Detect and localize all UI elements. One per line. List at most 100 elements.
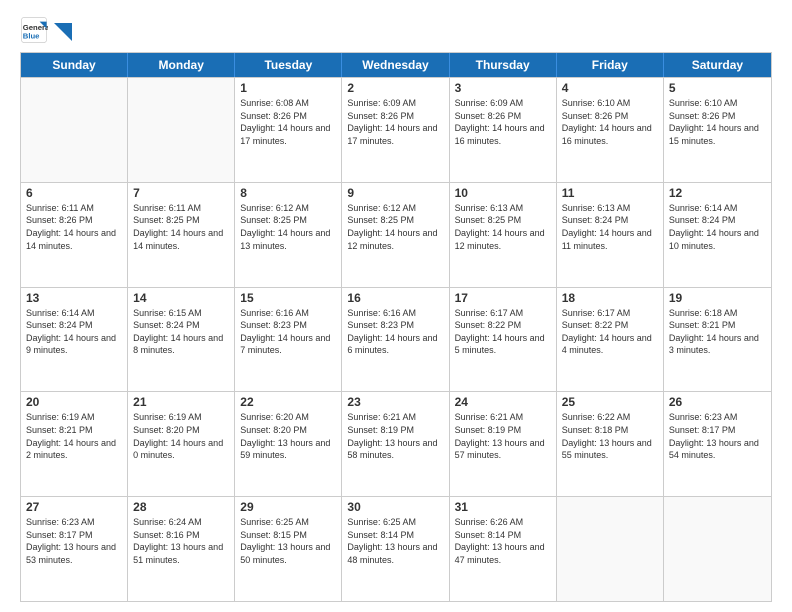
day-number: 16	[347, 291, 443, 305]
calendar-day-10: 10Sunrise: 6:13 AM Sunset: 8:25 PM Dayli…	[450, 183, 557, 287]
calendar-day-18: 18 Sunrise: 6:17 AM Sunset: 8:22 PM Dayli…	[557, 288, 664, 392]
calendar-day-empty	[21, 78, 128, 182]
calendar-header: SundayMondayTuesdayWednesdayThursdayFrid…	[21, 53, 771, 77]
day-number: 7	[133, 186, 229, 200]
day-number: 26	[669, 395, 766, 409]
calendar-day-16: 16Sunrise: 6:16 AM Sunset: 8:23 PM Dayli…	[342, 288, 449, 392]
header: General Blue	[20, 16, 772, 44]
day-info: Sunrise: 6:12 AM Sunset: 8:25 PM Dayligh…	[240, 202, 336, 252]
day-number: 2	[347, 81, 443, 95]
day-number: 18	[562, 291, 658, 305]
day-number: 6	[26, 186, 122, 200]
logo: General Blue	[20, 16, 72, 44]
calendar-day-28: 28 Sunrise: 6:24 AM Sunset: 8:16 PM Dayli…	[128, 497, 235, 601]
logo-triangle	[54, 23, 72, 41]
day-number: 3	[455, 81, 551, 95]
day-number: 27	[26, 500, 122, 514]
calendar-week-3: 13 Sunrise: 6:14 AM Sunset: 8:24 PM Dayli…	[21, 287, 771, 392]
day-info: Sunrise: 6:25 AM Sunset: 8:14 PM Dayligh…	[347, 516, 443, 566]
day-info: Sunrise: 6:25 AM Sunset: 8:15 PM Dayligh…	[240, 516, 336, 566]
day-info: Sunrise: 6:14 AM Sunset: 8:24 PM Dayligh…	[26, 307, 122, 357]
calendar-day-24: 24Sunrise: 6:21 AM Sunset: 8:19 PM Dayli…	[450, 392, 557, 496]
day-number: 9	[347, 186, 443, 200]
day-info: Sunrise: 6:17 AM Sunset: 8:22 PM Dayligh…	[455, 307, 551, 357]
day-number: 25	[562, 395, 658, 409]
day-number: 22	[240, 395, 336, 409]
calendar: SundayMondayTuesdayWednesdayThursdayFrid…	[20, 52, 772, 602]
day-number: 11	[562, 186, 658, 200]
calendar-day-29: 29 Sunrise: 6:25 AM Sunset: 8:15 PM Dayli…	[235, 497, 342, 601]
calendar-day-empty	[664, 497, 771, 601]
calendar-week-4: 20Sunrise: 6:19 AM Sunset: 8:21 PM Dayli…	[21, 391, 771, 496]
header-day-thursday: Thursday	[450, 53, 557, 77]
calendar-week-1: 1Sunrise: 6:08 AM Sunset: 8:26 PM Daylig…	[21, 77, 771, 182]
calendar-day-6: 6 Sunrise: 6:11 AM Sunset: 8:26 PM Daylig…	[21, 183, 128, 287]
calendar-day-13: 13 Sunrise: 6:14 AM Sunset: 8:24 PM Dayli…	[21, 288, 128, 392]
day-info: Sunrise: 6:22 AM Sunset: 8:18 PM Dayligh…	[562, 411, 658, 461]
day-number: 21	[133, 395, 229, 409]
day-info: Sunrise: 6:09 AM Sunset: 8:26 PM Dayligh…	[347, 97, 443, 147]
header-day-monday: Monday	[128, 53, 235, 77]
calendar-day-21: 21 Sunrise: 6:19 AM Sunset: 8:20 PM Dayli…	[128, 392, 235, 496]
calendar-week-2: 6 Sunrise: 6:11 AM Sunset: 8:26 PM Daylig…	[21, 182, 771, 287]
day-info: Sunrise: 6:11 AM Sunset: 8:26 PM Dayligh…	[26, 202, 122, 252]
calendar-day-8: 8 Sunrise: 6:12 AM Sunset: 8:25 PM Daylig…	[235, 183, 342, 287]
calendar-day-3: 3 Sunrise: 6:09 AM Sunset: 8:26 PM Daylig…	[450, 78, 557, 182]
day-info: Sunrise: 6:24 AM Sunset: 8:16 PM Dayligh…	[133, 516, 229, 566]
calendar-day-19: 19 Sunrise: 6:18 AM Sunset: 8:21 PM Dayli…	[664, 288, 771, 392]
day-number: 31	[455, 500, 551, 514]
calendar-day-4: 4 Sunrise: 6:10 AM Sunset: 8:26 PM Daylig…	[557, 78, 664, 182]
day-number: 4	[562, 81, 658, 95]
calendar-day-empty	[557, 497, 664, 601]
calendar-day-empty	[128, 78, 235, 182]
calendar-day-22: 22 Sunrise: 6:20 AM Sunset: 8:20 PM Dayli…	[235, 392, 342, 496]
day-info: Sunrise: 6:18 AM Sunset: 8:21 PM Dayligh…	[669, 307, 766, 357]
calendar-day-23: 23 Sunrise: 6:21 AM Sunset: 8:19 PM Dayli…	[342, 392, 449, 496]
day-number: 23	[347, 395, 443, 409]
calendar-day-2: 2 Sunrise: 6:09 AM Sunset: 8:26 PM Daylig…	[342, 78, 449, 182]
calendar-day-25: 25 Sunrise: 6:22 AM Sunset: 8:18 PM Dayli…	[557, 392, 664, 496]
calendar-day-30: 30Sunrise: 6:25 AM Sunset: 8:14 PM Dayli…	[342, 497, 449, 601]
logo-icon: General Blue	[20, 16, 48, 44]
day-info: Sunrise: 6:08 AM Sunset: 8:26 PM Dayligh…	[240, 97, 336, 147]
day-info: Sunrise: 6:10 AM Sunset: 8:26 PM Dayligh…	[562, 97, 658, 147]
day-number: 10	[455, 186, 551, 200]
logo-text	[52, 23, 72, 37]
day-number: 24	[455, 395, 551, 409]
day-info: Sunrise: 6:09 AM Sunset: 8:26 PM Dayligh…	[455, 97, 551, 147]
calendar-day-27: 27 Sunrise: 6:23 AM Sunset: 8:17 PM Dayli…	[21, 497, 128, 601]
day-number: 20	[26, 395, 122, 409]
calendar-day-11: 11 Sunrise: 6:13 AM Sunset: 8:24 PM Dayli…	[557, 183, 664, 287]
calendar-day-14: 14Sunrise: 6:15 AM Sunset: 8:24 PM Dayli…	[128, 288, 235, 392]
calendar-week-5: 27 Sunrise: 6:23 AM Sunset: 8:17 PM Dayli…	[21, 496, 771, 601]
day-info: Sunrise: 6:12 AM Sunset: 8:25 PM Dayligh…	[347, 202, 443, 252]
calendar-day-26: 26 Sunrise: 6:23 AM Sunset: 8:17 PM Dayli…	[664, 392, 771, 496]
day-info: Sunrise: 6:14 AM Sunset: 8:24 PM Dayligh…	[669, 202, 766, 252]
calendar-day-9: 9 Sunrise: 6:12 AM Sunset: 8:25 PM Daylig…	[342, 183, 449, 287]
calendar-day-5: 5Sunrise: 6:10 AM Sunset: 8:26 PM Daylig…	[664, 78, 771, 182]
calendar-day-1: 1Sunrise: 6:08 AM Sunset: 8:26 PM Daylig…	[235, 78, 342, 182]
header-day-sunday: Sunday	[21, 53, 128, 77]
day-number: 15	[240, 291, 336, 305]
day-number: 17	[455, 291, 551, 305]
day-info: Sunrise: 6:23 AM Sunset: 8:17 PM Dayligh…	[26, 516, 122, 566]
calendar-day-12: 12Sunrise: 6:14 AM Sunset: 8:24 PM Dayli…	[664, 183, 771, 287]
day-info: Sunrise: 6:17 AM Sunset: 8:22 PM Dayligh…	[562, 307, 658, 357]
page: General Blue SundayMondayTuesdayWednesda…	[0, 0, 792, 612]
header-day-tuesday: Tuesday	[235, 53, 342, 77]
day-info: Sunrise: 6:21 AM Sunset: 8:19 PM Dayligh…	[347, 411, 443, 461]
calendar-body: 1Sunrise: 6:08 AM Sunset: 8:26 PM Daylig…	[21, 77, 771, 601]
day-info: Sunrise: 6:13 AM Sunset: 8:24 PM Dayligh…	[562, 202, 658, 252]
day-info: Sunrise: 6:20 AM Sunset: 8:20 PM Dayligh…	[240, 411, 336, 461]
day-number: 28	[133, 500, 229, 514]
day-info: Sunrise: 6:15 AM Sunset: 8:24 PM Dayligh…	[133, 307, 229, 357]
day-info: Sunrise: 6:19 AM Sunset: 8:20 PM Dayligh…	[133, 411, 229, 461]
day-number: 8	[240, 186, 336, 200]
day-number: 19	[669, 291, 766, 305]
calendar-day-20: 20Sunrise: 6:19 AM Sunset: 8:21 PM Dayli…	[21, 392, 128, 496]
day-number: 29	[240, 500, 336, 514]
day-info: Sunrise: 6:16 AM Sunset: 8:23 PM Dayligh…	[240, 307, 336, 357]
day-number: 13	[26, 291, 122, 305]
calendar-day-31: 31Sunrise: 6:26 AM Sunset: 8:14 PM Dayli…	[450, 497, 557, 601]
day-info: Sunrise: 6:23 AM Sunset: 8:17 PM Dayligh…	[669, 411, 766, 461]
